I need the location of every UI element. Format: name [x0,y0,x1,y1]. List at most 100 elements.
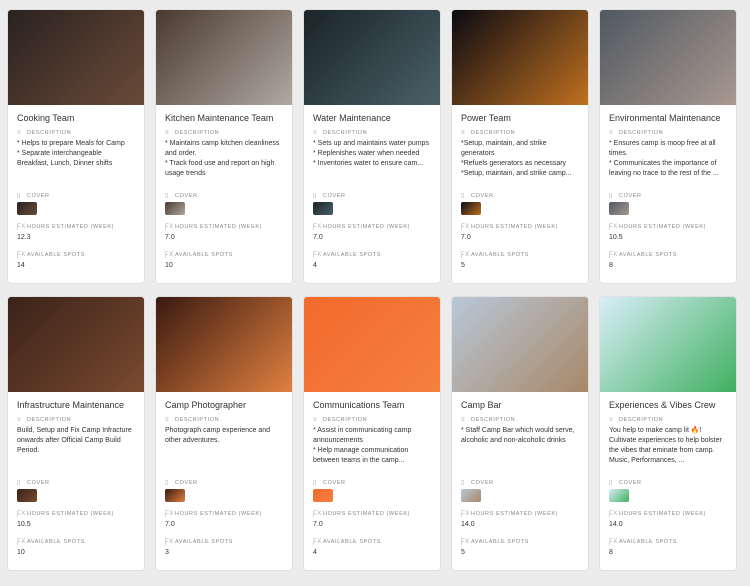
description-label: Description [27,417,72,423]
formula-icon: ƒx [17,224,26,230]
hours-value: 7.0 [165,521,175,528]
hours-label: Hours Estimated (Week) [27,511,115,517]
long-text-icon: ≡ [609,417,614,423]
spots-value: 5 [461,549,465,556]
hours-value: 7.0 [313,521,323,528]
card-title: Infrastructure Maintenance [17,400,125,410]
cover-label: Cover [619,479,642,486]
long-text-icon: ≡ [17,417,22,423]
formula-icon: ƒx [609,224,618,230]
description-label: Description [323,417,368,423]
attachment-icon: ▯ [17,480,21,486]
formula-icon: ƒx [165,511,174,517]
description-value: * Ensures camp is moop free at all times… [609,140,719,177]
cover-thumbnail[interactable] [461,202,481,215]
spots-label: Available Spots [323,539,382,545]
cover-label: Cover [175,479,198,486]
description-label: Description [175,417,220,423]
cover-label: Cover [27,192,50,199]
card-title: Experiences & Vibes Crew [609,400,716,410]
hours-label: Hours Estimated (Week) [619,224,707,230]
record-card[interactable]: Cooking Team ≡ Description * Helps to pre… [8,10,144,283]
cover-image [304,297,440,392]
cover-thumbnail[interactable] [313,489,333,502]
description-label: Description [27,130,72,136]
cover-label: Cover [175,192,198,199]
long-text-icon: ≡ [461,130,466,136]
spots-value: 4 [313,262,317,269]
formula-icon: ƒx [165,539,174,545]
hours-label: Hours Estimated (Week) [471,511,559,517]
spots-label: Available Spots [323,252,382,258]
spots-label: Available Spots [27,252,86,258]
card-title: Water Maintenance [313,113,391,123]
record-card[interactable]: Experiences & Vibes Crew ≡ Description Yo… [600,297,736,570]
spots-label: Available Spots [619,252,678,258]
cover-thumbnail[interactable] [609,202,629,215]
cover-thumbnail[interactable] [165,489,185,502]
long-text-icon: ≡ [165,417,170,423]
hours-value: 10.5 [17,521,31,528]
description-value: * Maintains camp kitchen cleanliness and… [165,140,280,177]
formula-icon: ƒx [609,252,618,258]
description-value: *Setup, maintain, and strike generators … [461,140,572,177]
spots-label: Available Spots [471,252,530,258]
description-label: Description [323,130,368,136]
hours-label: Hours Estimated (Week) [175,511,263,517]
spots-label: Available Spots [471,539,530,545]
cover-image [156,297,292,392]
spots-label: Available Spots [175,252,234,258]
record-card[interactable]: Environmental Maintenance ≡ Description *… [600,10,736,283]
long-text-icon: ≡ [17,130,22,136]
long-text-icon: ≡ [461,417,466,423]
description-label: Description [471,130,516,136]
formula-icon: ƒx [461,252,470,258]
spots-value: 10 [165,262,173,269]
hours-value: 14.0 [609,521,623,528]
hours-label: Hours Estimated (Week) [619,511,707,517]
long-text-icon: ≡ [165,130,170,136]
card-title: Camp Bar [461,400,502,410]
spots-value: 8 [609,262,613,269]
cover-label: Cover [27,479,50,486]
attachment-icon: ▯ [313,480,317,486]
hours-label: Hours Estimated (Week) [323,511,411,517]
attachment-icon: ▯ [609,193,613,199]
cover-thumbnail[interactable] [17,489,37,502]
record-card[interactable]: Infrastructure Maintenance ≡ Description … [8,297,144,570]
formula-icon: ƒx [313,224,322,230]
cover-image [8,10,144,105]
cover-image [8,297,144,392]
cover-thumbnail[interactable] [165,202,185,215]
record-card[interactable]: Camp Bar ≡ Description * Staff Camp Bar w… [452,297,588,570]
attachment-icon: ▯ [313,193,317,199]
cover-thumbnail[interactable] [17,202,37,215]
long-text-icon: ≡ [313,130,318,136]
attachment-icon: ▯ [461,193,465,199]
long-text-icon: ≡ [313,417,318,423]
spots-value: 8 [609,549,613,556]
description-value: Build, Setup and Fix Camp Infracture onw… [17,427,132,454]
card-title: Kitchen Maintenance Team [165,113,274,123]
formula-icon: ƒx [165,252,174,258]
cover-thumbnail[interactable] [313,202,333,215]
record-card[interactable]: Camp Photographer ≡ Description Photograp… [156,297,292,570]
record-card[interactable]: Communications Team ≡ Description * Assis… [304,297,440,570]
formula-icon: ƒx [609,539,618,545]
record-card[interactable]: Power Team ≡ Description *Setup, maintain… [452,10,588,283]
hours-value: 12.3 [17,234,31,241]
cover-label: Cover [619,192,642,199]
attachment-icon: ▯ [461,480,465,486]
formula-icon: ƒx [461,511,470,517]
cover-label: Cover [471,192,494,199]
spots-value: 14 [17,262,25,269]
spots-value: 5 [461,262,465,269]
record-card[interactable]: Water Maintenance ≡ Description * Sets up… [304,10,440,283]
hours-label: Hours Estimated (Week) [175,224,263,230]
cover-thumbnail[interactable] [609,489,629,502]
record-card[interactable]: Kitchen Maintenance Team ≡ Description * … [156,10,292,283]
cover-thumbnail[interactable] [461,489,481,502]
description-value: * Helps to prepare Meals for Camp * Sepa… [17,140,125,167]
attachment-icon: ▯ [165,193,169,199]
formula-icon: ƒx [17,252,26,258]
